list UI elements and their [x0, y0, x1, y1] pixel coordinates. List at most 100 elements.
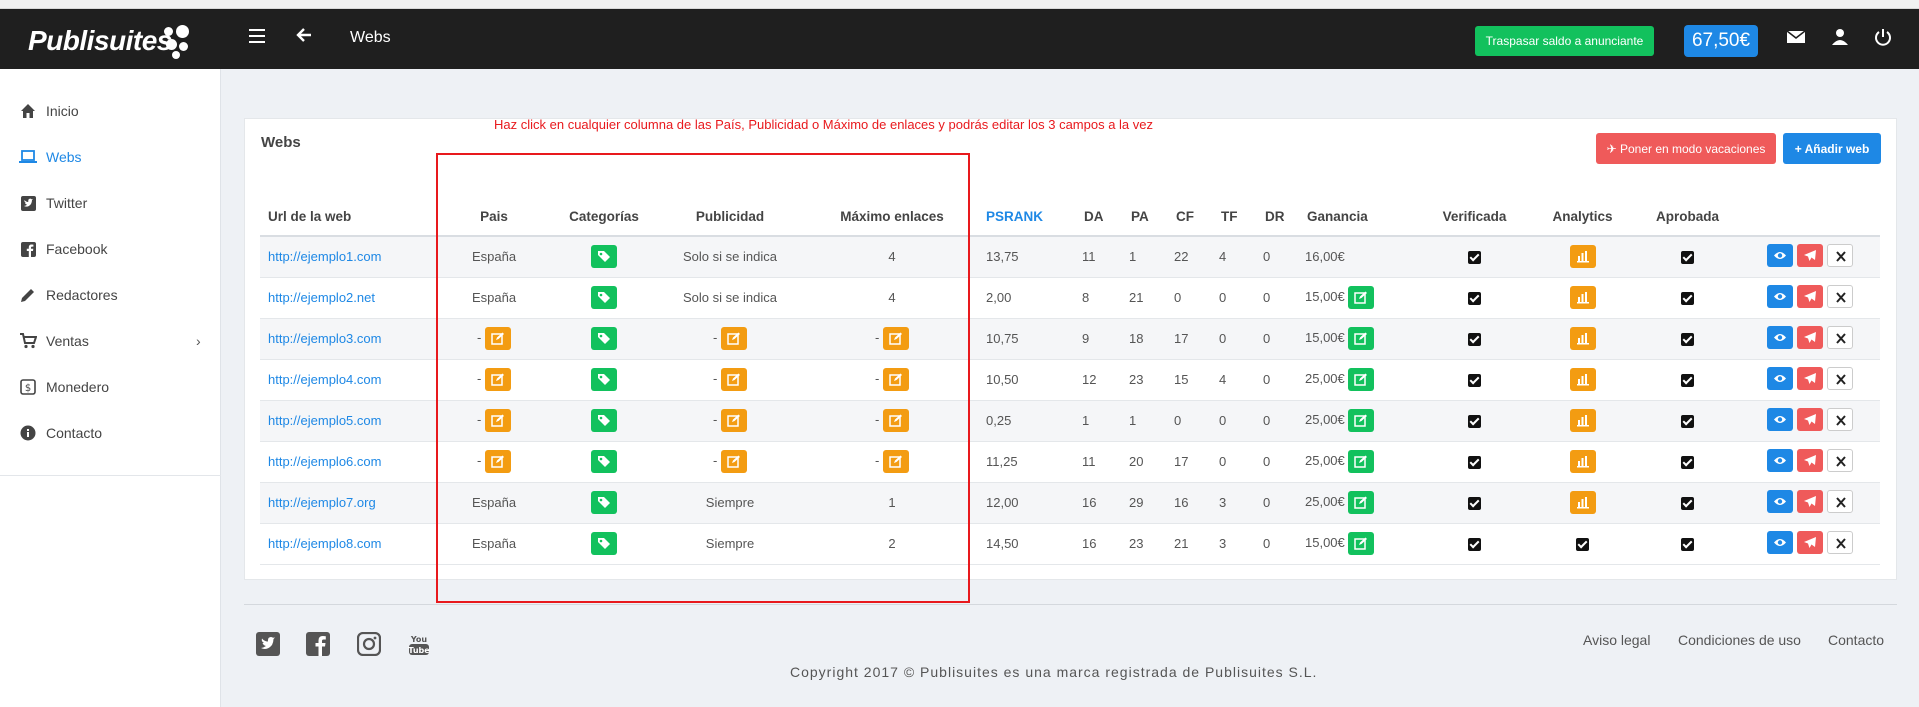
vacation-plane-icon[interactable]	[1797, 407, 1823, 431]
publicidad-cell-edit-icon[interactable]	[720, 327, 747, 350]
facebook-icon[interactable]	[306, 632, 330, 656]
tag-icon[interactable]	[591, 450, 617, 473]
tag-icon[interactable]	[591, 409, 617, 432]
maximo-enlaces-cell[interactable]: 1	[804, 482, 980, 524]
web-url-link[interactable]: http://ejemplo7.org	[260, 482, 436, 524]
maximo-enlaces-cell[interactable]: -	[804, 400, 980, 442]
back-arrow-icon[interactable]	[296, 26, 312, 49]
delete-close-icon[interactable]	[1827, 325, 1853, 349]
pais-cell[interactable]: España	[436, 277, 552, 319]
tag-icon[interactable]	[591, 532, 617, 555]
publicidad-cell-edit-icon[interactable]	[720, 409, 747, 432]
view-eye-icon[interactable]	[1767, 530, 1793, 554]
sidebar-item-ventas[interactable]: Ventas ›	[0, 319, 221, 363]
maximo-enlaces-cell[interactable]: 4	[804, 277, 980, 319]
publicidad-cell[interactable]: -	[656, 441, 804, 483]
publicidad-cell[interactable]: -	[656, 318, 804, 360]
menu-icon[interactable]	[249, 29, 265, 43]
analytics-chart-icon[interactable]	[1569, 286, 1596, 309]
footer-link-condiciones[interactable]: Condiciones de uso	[1678, 632, 1801, 648]
power-icon[interactable]	[1873, 27, 1895, 49]
pais-cell[interactable]: -	[436, 359, 552, 401]
sidebar-item-redactores[interactable]: Redactores	[0, 273, 221, 317]
delete-close-icon[interactable]	[1827, 407, 1853, 431]
view-eye-icon[interactable]	[1767, 325, 1793, 349]
view-eye-icon[interactable]	[1767, 489, 1793, 513]
sidebar-item-monedero[interactable]: $ Monedero	[0, 365, 221, 409]
maximo-enlaces-cell-edit-icon[interactable]	[882, 368, 909, 391]
edit-ganancia-icon[interactable]	[1348, 409, 1375, 432]
publicidad-cell[interactable]: Solo si se indica	[656, 236, 804, 278]
vacation-plane-icon[interactable]	[1797, 325, 1823, 349]
pais-cell[interactable]: -	[436, 400, 552, 442]
analytics-chart-icon[interactable]	[1569, 368, 1596, 391]
publicidad-cell[interactable]: Solo si se indica	[656, 277, 804, 319]
maximo-enlaces-cell[interactable]: 4	[804, 236, 980, 278]
view-eye-icon[interactable]	[1767, 366, 1793, 390]
pais-cell-edit-icon[interactable]	[484, 409, 511, 432]
header-aprobada[interactable]: Aprobada	[1635, 198, 1740, 237]
maximo-enlaces-cell-edit-icon[interactable]	[882, 327, 909, 350]
maximo-enlaces-cell[interactable]: 2	[804, 523, 980, 565]
transfer-balance-button[interactable]: Traspasar saldo a anunciante	[1475, 26, 1654, 56]
pais-cell[interactable]: -	[436, 318, 552, 360]
vacation-plane-icon[interactable]	[1797, 448, 1823, 472]
sidebar-item-twitter[interactable]: Twitter	[0, 181, 221, 225]
header-maximo-enlaces[interactable]: Máximo enlaces	[804, 198, 980, 237]
tag-icon[interactable]	[591, 286, 617, 309]
vacation-plane-icon[interactable]	[1797, 243, 1823, 267]
header-publicidad[interactable]: Publicidad	[656, 198, 804, 237]
vacation-plane-icon[interactable]	[1797, 530, 1823, 554]
web-url-link[interactable]: http://ejemplo2.net	[260, 277, 436, 319]
edit-ganancia-icon[interactable]	[1348, 286, 1375, 309]
sidebar-item-webs[interactable]: Webs	[0, 135, 221, 179]
publicidad-cell[interactable]: Siempre	[656, 523, 804, 565]
vacation-plane-icon[interactable]	[1797, 284, 1823, 308]
pais-cell[interactable]: España	[436, 523, 552, 565]
sidebar-item-inicio[interactable]: Inicio	[0, 89, 221, 133]
maximo-enlaces-cell-edit-icon[interactable]	[882, 450, 909, 473]
maximo-enlaces-cell[interactable]: -	[804, 318, 980, 360]
analytics-chart-icon[interactable]	[1569, 245, 1596, 269]
youtube-icon[interactable]: You Tube	[408, 632, 432, 656]
tag-icon[interactable]	[591, 327, 617, 350]
edit-ganancia-icon[interactable]	[1348, 327, 1375, 350]
analytics-chart-icon[interactable]	[1569, 409, 1596, 432]
sidebar-item-facebook[interactable]: Facebook	[0, 227, 221, 271]
mail-icon[interactable]	[1786, 27, 1808, 49]
web-url-link[interactable]: http://ejemplo1.com	[260, 236, 436, 278]
analytics-chart-icon[interactable]	[1569, 491, 1596, 514]
pais-cell-edit-icon[interactable]	[484, 327, 511, 350]
user-icon[interactable]	[1830, 27, 1852, 49]
delete-close-icon[interactable]	[1827, 243, 1853, 267]
maximo-enlaces-cell-edit-icon[interactable]	[882, 409, 909, 432]
footer-link-contacto[interactable]: Contacto	[1828, 632, 1884, 648]
web-url-link[interactable]: http://ejemplo5.com	[260, 400, 436, 442]
delete-close-icon[interactable]	[1827, 489, 1853, 513]
edit-ganancia-icon[interactable]	[1348, 368, 1375, 391]
delete-close-icon[interactable]	[1827, 448, 1853, 472]
publicidad-cell-edit-icon[interactable]	[720, 450, 747, 473]
publicidad-cell[interactable]: -	[656, 400, 804, 442]
pais-cell[interactable]: España	[436, 482, 552, 524]
edit-ganancia-icon[interactable]	[1348, 491, 1375, 514]
header-url[interactable]: Url de la web	[260, 198, 436, 237]
edit-ganancia-icon[interactable]	[1348, 532, 1375, 555]
sidebar-item-contacto[interactable]: Contacto	[0, 411, 221, 455]
footer-link-aviso-legal[interactable]: Aviso legal	[1583, 632, 1650, 648]
pais-cell[interactable]: -	[436, 441, 552, 483]
view-eye-icon[interactable]	[1767, 284, 1793, 308]
vacation-plane-icon[interactable]	[1797, 366, 1823, 390]
header-cf[interactable]: CF	[1168, 198, 1213, 237]
publicidad-cell[interactable]: Siempre	[656, 482, 804, 524]
header-tf[interactable]: TF	[1213, 198, 1257, 237]
pais-cell-edit-icon[interactable]	[484, 368, 511, 391]
vacation-plane-icon[interactable]	[1797, 489, 1823, 513]
delete-close-icon[interactable]	[1827, 284, 1853, 308]
header-categorias[interactable]: Categorías	[552, 198, 656, 237]
instagram-icon[interactable]	[356, 631, 382, 657]
pais-cell[interactable]: España	[436, 236, 552, 278]
tag-icon[interactable]	[591, 245, 617, 269]
vacation-mode-button[interactable]: ✈ Poner en modo vacaciones	[1596, 133, 1776, 164]
web-url-link[interactable]: http://ejemplo8.com	[260, 523, 436, 565]
